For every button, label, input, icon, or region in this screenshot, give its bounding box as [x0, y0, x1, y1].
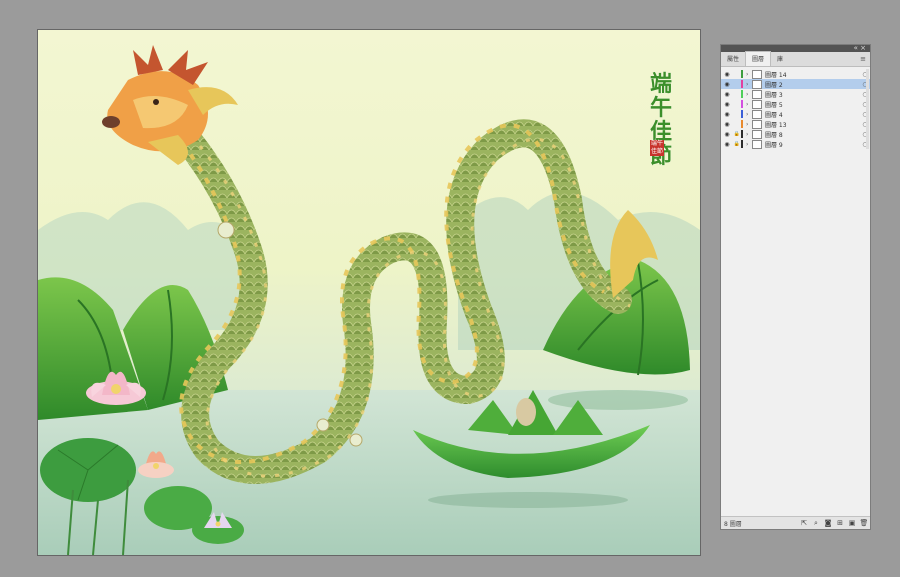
- layer-color-swatch: [741, 140, 743, 148]
- layer-name[interactable]: 圖層 4: [765, 110, 860, 119]
- layer-thumbnail: [752, 99, 762, 109]
- visibility-eye-icon[interactable]: ◉: [721, 81, 733, 88]
- layer-color-swatch: [741, 100, 743, 108]
- tab-properties[interactable]: 屬性: [721, 52, 745, 66]
- layer-name[interactable]: 圖層 13: [765, 120, 860, 129]
- layer-row[interactable]: ◉ › 圖層 3 ○: [721, 89, 870, 99]
- layer-name[interactable]: 圖層 14: [765, 70, 860, 79]
- water-surface: [38, 390, 700, 555]
- layer-color-swatch: [741, 80, 743, 88]
- new-layer-icon[interactable]: ▣: [846, 519, 858, 527]
- artboard[interactable]: 端 午 佳 節 端午 佳節: [37, 29, 701, 556]
- layers-panel: « × 屬性 圖層 庫 ≡ ◉ › 圖層 14 ○ ◉ › 圖層 2 ○ ◉ ›…: [720, 44, 871, 530]
- collapse-icon[interactable]: «: [854, 44, 858, 52]
- seal-line: 佳節: [650, 148, 663, 155]
- tab-libraries[interactable]: 庫: [771, 52, 789, 66]
- layer-color-swatch: [741, 90, 743, 98]
- layer-row[interactable]: ◉ › 圖層 4 ○: [721, 109, 870, 119]
- visibility-eye-icon[interactable]: ◉: [721, 101, 733, 108]
- red-seal-stamp: 端午 佳節: [650, 140, 664, 156]
- layer-name[interactable]: 圖層 2: [765, 80, 860, 89]
- lock-icon[interactable]: 🔒: [733, 141, 741, 147]
- layer-thumbnail: [752, 109, 762, 119]
- layer-color-swatch: [741, 110, 743, 118]
- layer-thumbnail: [752, 69, 762, 79]
- visibility-eye-icon[interactable]: ◉: [721, 111, 733, 118]
- title-char: 端: [650, 71, 673, 97]
- delete-icon[interactable]: 🗑: [858, 519, 870, 527]
- visibility-eye-icon[interactable]: ◉: [721, 91, 733, 98]
- layer-thumbnail: [752, 139, 762, 149]
- export-icon[interactable]: ⇱: [798, 519, 810, 527]
- close-icon[interactable]: ×: [860, 44, 866, 52]
- search-icon[interactable]: ⌕: [810, 519, 822, 528]
- layer-list-scrollbar[interactable]: [866, 69, 869, 149]
- layer-color-swatch: [741, 70, 743, 78]
- visibility-eye-icon[interactable]: ◉: [721, 71, 733, 78]
- layer-thumbnail: [752, 79, 762, 89]
- layer-list: ◉ › 圖層 14 ○ ◉ › 圖層 2 ○ ◉ › 圖層 3 ○ ◉ › 圖層…: [721, 67, 870, 149]
- layer-row[interactable]: ◉ › 圖層 5 ○: [721, 99, 870, 109]
- panel-titlebar[interactable]: « ×: [721, 44, 870, 52]
- lock-icon[interactable]: 🔒: [733, 131, 741, 137]
- artwork-canvas: [38, 45, 700, 555]
- visibility-eye-icon[interactable]: ◉: [721, 141, 733, 148]
- layer-name[interactable]: 圖層 3: [765, 90, 860, 99]
- layer-thumbnail: [752, 89, 762, 99]
- tab-layers[interactable]: 圖層: [745, 51, 772, 66]
- panel-footer: 8 圖層 ⇱ ⌕ ◙ ⊞ ▣ 🗑: [721, 516, 870, 529]
- layer-row[interactable]: ◉ › 圖層 2 ○: [721, 79, 870, 89]
- visibility-eye-icon[interactable]: ◉: [721, 121, 733, 128]
- layer-row[interactable]: ◉ › 圖層 13 ○: [721, 119, 870, 129]
- layer-name[interactable]: 圖層 5: [765, 100, 860, 109]
- layer-row[interactable]: ◉ 🔒 › 圖層 8 ○: [721, 129, 870, 139]
- seal-line: 端午: [650, 140, 663, 147]
- layer-row[interactable]: ◉ 🔒 › 圖層 9 ○: [721, 139, 870, 149]
- layer-thumbnail: [752, 129, 762, 139]
- layer-thumbnail: [752, 119, 762, 129]
- panel-tabs: 屬性 圖層 庫 ≡: [721, 51, 870, 67]
- layer-count: 8 圖層: [724, 520, 742, 528]
- visibility-eye-icon[interactable]: ◉: [721, 131, 733, 138]
- dragon-head: [102, 45, 238, 165]
- clip-mask-icon[interactable]: ◙: [822, 519, 834, 527]
- layer-name[interactable]: 圖層 9: [765, 140, 860, 149]
- layer-color-swatch: [741, 120, 743, 128]
- menu-icon[interactable]: ≡: [860, 55, 866, 63]
- layer-row[interactable]: ◉ › 圖層 14 ○: [721, 69, 870, 79]
- layer-name[interactable]: 圖層 8: [765, 130, 860, 139]
- title-char: 午: [650, 95, 673, 121]
- sublayer-icon[interactable]: ⊞: [834, 519, 846, 527]
- layer-color-swatch: [741, 130, 743, 138]
